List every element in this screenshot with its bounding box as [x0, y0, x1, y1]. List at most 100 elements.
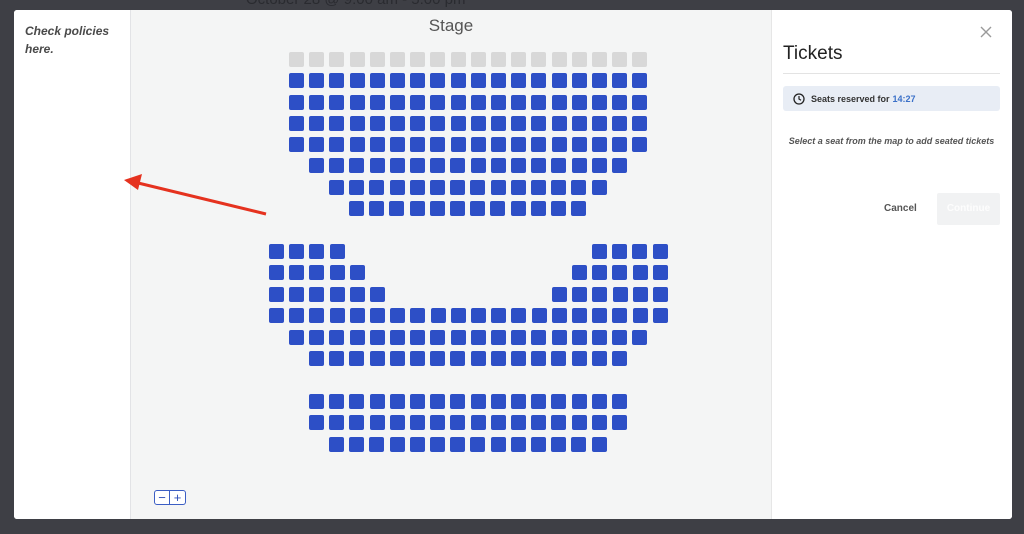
seat[interactable] — [470, 437, 486, 452]
seat[interactable] — [652, 265, 668, 280]
seat[interactable] — [309, 244, 325, 259]
seat[interactable] — [430, 116, 446, 131]
seat[interactable] — [309, 73, 325, 88]
seat[interactable] — [592, 73, 607, 88]
seat[interactable] — [470, 415, 486, 430]
seat[interactable] — [329, 287, 345, 302]
seat[interactable] — [390, 330, 405, 345]
seat[interactable] — [329, 394, 345, 409]
seat[interactable] — [349, 116, 365, 131]
seat[interactable] — [329, 95, 345, 110]
seat[interactable] — [349, 308, 365, 323]
seat[interactable] — [591, 394, 607, 409]
seat[interactable] — [632, 330, 648, 345]
seat[interactable] — [612, 287, 628, 302]
seat[interactable] — [591, 415, 607, 430]
seat[interactable] — [470, 330, 486, 345]
seat[interactable] — [309, 95, 325, 110]
seat[interactable] — [329, 158, 345, 173]
seat[interactable] — [430, 351, 446, 366]
seat[interactable] — [369, 137, 385, 152]
seat[interactable] — [430, 95, 446, 110]
seat[interactable] — [309, 351, 324, 366]
seat[interactable] — [289, 73, 304, 88]
seat[interactable] — [571, 73, 587, 88]
seat[interactable] — [531, 73, 547, 88]
seat[interactable] — [450, 116, 466, 131]
seat[interactable] — [450, 137, 466, 152]
seat[interactable] — [511, 394, 526, 409]
seat[interactable] — [329, 437, 344, 452]
seat[interactable] — [309, 137, 325, 152]
seat[interactable] — [289, 287, 305, 302]
seat[interactable] — [612, 158, 627, 173]
seat[interactable] — [612, 351, 627, 366]
seat[interactable] — [470, 351, 486, 366]
seat[interactable] — [349, 180, 365, 195]
seat[interactable] — [409, 180, 425, 195]
seat[interactable] — [389, 415, 405, 430]
seat[interactable] — [329, 351, 345, 366]
seat[interactable] — [429, 201, 445, 216]
seat[interactable] — [390, 137, 405, 152]
seat[interactable] — [511, 351, 526, 366]
seat[interactable] — [329, 137, 345, 152]
seat[interactable] — [309, 394, 324, 409]
seat[interactable] — [491, 73, 506, 88]
seat[interactable] — [490, 394, 506, 409]
seat[interactable] — [430, 308, 446, 323]
seat[interactable] — [592, 244, 607, 259]
seat[interactable] — [450, 394, 466, 409]
seat[interactable] — [632, 287, 648, 302]
seat[interactable] — [409, 201, 425, 216]
seat[interactable] — [511, 158, 526, 173]
seat[interactable] — [430, 137, 446, 152]
seat[interactable] — [572, 265, 587, 280]
seat[interactable] — [269, 287, 284, 302]
seat[interactable] — [572, 287, 588, 302]
seat[interactable] — [591, 180, 607, 195]
seat[interactable] — [612, 244, 628, 259]
close-icon[interactable] — [978, 24, 994, 40]
seat[interactable] — [612, 415, 627, 430]
seat[interactable] — [551, 330, 567, 345]
seat[interactable] — [530, 201, 546, 216]
seat[interactable] — [450, 95, 466, 110]
seat[interactable] — [329, 265, 345, 280]
seat[interactable] — [551, 201, 566, 216]
seat[interactable] — [470, 180, 486, 195]
seat[interactable] — [632, 137, 648, 152]
seat[interactable] — [571, 116, 587, 131]
seat[interactable] — [490, 437, 506, 452]
seat[interactable] — [592, 137, 607, 152]
seat[interactable] — [369, 415, 385, 430]
seat[interactable] — [410, 330, 426, 345]
seat[interactable] — [349, 330, 365, 345]
seat[interactable] — [510, 437, 526, 452]
seat[interactable] — [571, 415, 587, 430]
seat[interactable] — [551, 394, 567, 409]
seat[interactable] — [430, 158, 446, 173]
seat[interactable] — [551, 137, 567, 152]
seat[interactable] — [511, 330, 527, 345]
seat[interactable] — [471, 308, 486, 323]
seat[interactable] — [531, 137, 547, 152]
seat[interactable] — [551, 73, 567, 88]
seat[interactable] — [551, 116, 567, 131]
seat[interactable] — [349, 394, 365, 409]
seat[interactable] — [389, 158, 405, 173]
seat[interactable] — [289, 116, 304, 131]
seat[interactable] — [410, 351, 425, 366]
seat[interactable] — [551, 158, 567, 173]
seat[interactable] — [531, 394, 547, 409]
seat[interactable] — [490, 351, 506, 366]
seat[interactable] — [430, 394, 446, 409]
seat[interactable] — [409, 437, 425, 452]
seat[interactable] — [309, 116, 325, 131]
seat[interactable] — [551, 437, 567, 452]
cancel-button[interactable]: Cancel — [884, 203, 917, 214]
seat[interactable] — [309, 287, 325, 302]
seat[interactable] — [369, 158, 385, 173]
seat[interactable] — [490, 158, 506, 173]
zoom-out-button[interactable]: − — [154, 490, 170, 505]
